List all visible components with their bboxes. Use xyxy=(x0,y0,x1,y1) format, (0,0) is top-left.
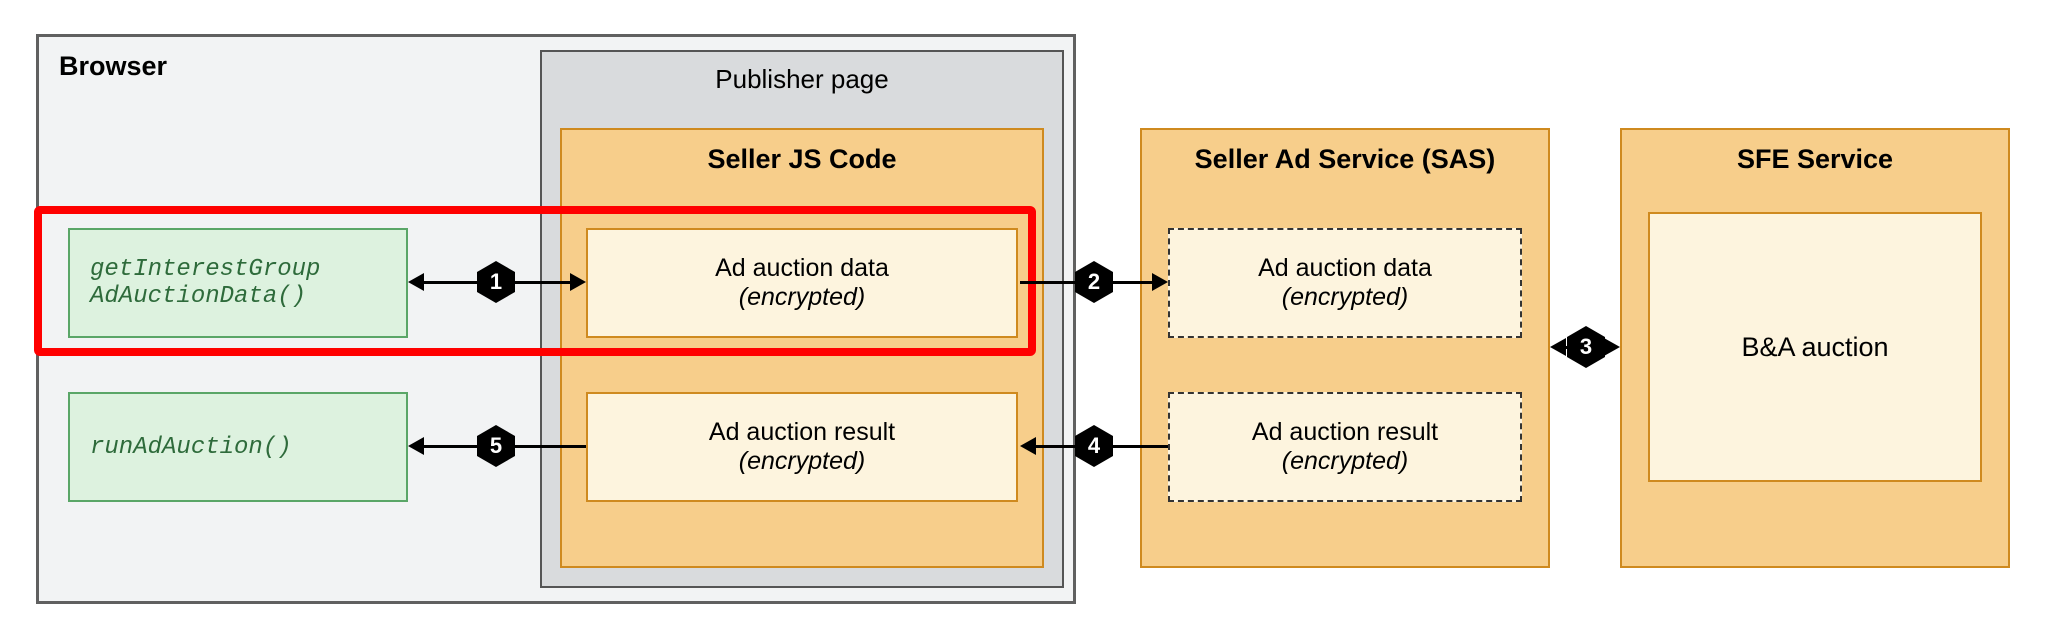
sfe-ba-auction-label: B&A auction xyxy=(1650,332,1980,363)
step-badge-4: 4 xyxy=(1072,424,1116,468)
step-2-label: 2 xyxy=(1088,269,1100,295)
arrow-2-head-right xyxy=(1152,273,1168,291)
api-run-ad-auction-label: runAdAuction() xyxy=(90,434,406,461)
seller-js-ad-auction-data-box: Ad auction data (encrypted) xyxy=(586,228,1018,338)
step-badge-3: 3 xyxy=(1564,325,1608,369)
step-4-label: 4 xyxy=(1088,433,1100,459)
api-get-ig-line2: AdAuctionData() xyxy=(90,283,406,310)
step-badge-5: 5 xyxy=(474,424,518,468)
sas-result-line1: Ad auction result xyxy=(1170,418,1520,447)
seller-js-result-line2: (encrypted) xyxy=(588,447,1016,476)
browser-title: Browser xyxy=(59,51,167,82)
seller-js-data-line1: Ad auction data xyxy=(588,254,1016,283)
sas-data-line2: (encrypted) xyxy=(1170,283,1520,312)
sas-result-line2: (encrypted) xyxy=(1170,447,1520,476)
api-get-interest-group-box: getInterestGroup AdAuctionData() xyxy=(68,228,408,338)
diagram-canvas: Browser Publisher page Seller JS Code Se… xyxy=(20,20,2048,615)
api-run-ad-auction-box: runAdAuction() xyxy=(68,392,408,502)
publisher-page-title: Publisher page xyxy=(542,64,1062,95)
seller-js-title: Seller JS Code xyxy=(562,144,1042,175)
arrow-5-head-left xyxy=(408,437,424,455)
step-1-label: 1 xyxy=(490,269,502,295)
step-badge-2: 2 xyxy=(1072,260,1116,304)
sas-ad-auction-result-box: Ad auction result (encrypted) xyxy=(1168,392,1522,502)
arrow-1-head-right xyxy=(570,273,586,291)
api-get-ig-line1: getInterestGroup xyxy=(90,256,406,283)
step-5-label: 5 xyxy=(490,433,502,459)
seller-js-result-line1: Ad auction result xyxy=(588,418,1016,447)
sas-title: Seller Ad Service (SAS) xyxy=(1142,144,1548,175)
seller-js-ad-auction-result-box: Ad auction result (encrypted) xyxy=(586,392,1018,502)
sfe-ba-auction-box: B&A auction xyxy=(1648,212,1982,482)
seller-js-code-box: Seller JS Code xyxy=(560,128,1044,568)
step-3-label: 3 xyxy=(1580,334,1592,360)
sas-ad-auction-data-box: Ad auction data (encrypted) xyxy=(1168,228,1522,338)
step-badge-1: 1 xyxy=(474,260,518,304)
sas-data-line1: Ad auction data xyxy=(1170,254,1520,283)
arrow-4-head-left xyxy=(1020,437,1036,455)
sas-box: Seller Ad Service (SAS) xyxy=(1140,128,1550,568)
arrow-1-head-left xyxy=(408,273,424,291)
seller-js-data-line2: (encrypted) xyxy=(588,283,1016,312)
sfe-title: SFE Service xyxy=(1622,144,2008,175)
